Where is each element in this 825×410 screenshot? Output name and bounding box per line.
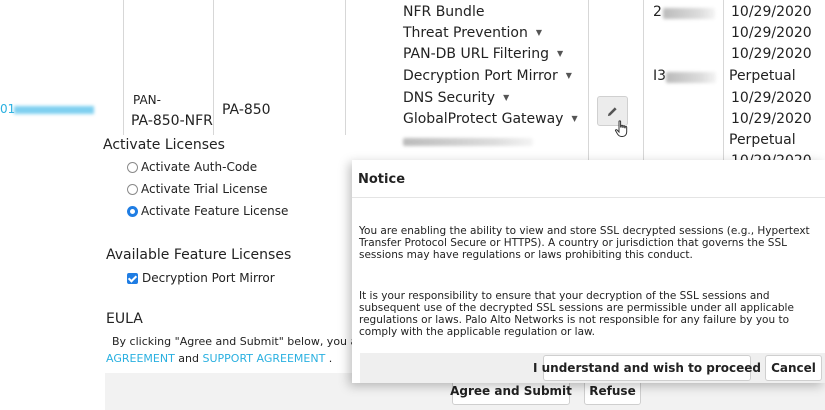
download-icon[interactable]: ▼ — [557, 49, 563, 58]
redacted-auth-code — [663, 8, 715, 19]
expiration-date: 10/29/2020 — [731, 25, 812, 41]
decryption-port-mirror-option[interactable]: Decryption Port Mirror — [127, 271, 275, 285]
expiration-date: Perpetual — [729, 68, 796, 84]
auth-code: 2 — [653, 4, 662, 20]
radio-button[interactable] — [127, 161, 138, 173]
agreement-link[interactable]: AGREEMENT — [106, 352, 175, 365]
license-name: Decryption Port Mirror ▼ — [403, 68, 572, 84]
eula-period: . — [325, 352, 333, 365]
table-divider — [588, 0, 589, 160]
license-name: GlobalProtect Gateway ▼ — [403, 111, 578, 127]
license-name: DNS Security ▼ — [403, 90, 510, 106]
option-label: Activate Auth-Code — [141, 160, 258, 174]
license-name: NFR Bundle — [403, 4, 485, 20]
license-name: Threat Prevention ▼ — [403, 25, 543, 41]
expiration-date: 10/29/2020 — [731, 4, 812, 20]
activate-feature-license-option[interactable]: Activate Feature License — [127, 204, 288, 218]
redacted-auth-code — [666, 72, 716, 83]
redacted-serial — [14, 106, 94, 114]
license-name: PAN-DB URL Filtering ▼ — [403, 46, 564, 62]
available-feature-licenses-title: Available Feature Licenses — [106, 247, 292, 263]
radio-button-selected[interactable] — [127, 205, 138, 217]
table-divider — [643, 0, 644, 160]
download-icon[interactable]: ▼ — [503, 93, 509, 102]
option-label: Activate Feature License — [141, 204, 289, 218]
notice-title: Notice — [358, 172, 406, 187]
download-icon[interactable]: ▼ — [566, 71, 572, 80]
cancel-button[interactable]: Cancel — [765, 355, 822, 381]
eula-title: EULA — [106, 311, 143, 327]
table-divider — [213, 0, 214, 135]
expiration-date: Perpetual — [729, 132, 796, 148]
device-serial: 01 — [0, 102, 16, 116]
proceed-button[interactable]: I understand and wish to proceed — [533, 355, 761, 381]
eula-text: By clicking "Agree and Submit" below, yo… — [112, 335, 390, 348]
radio-button[interactable] — [127, 183, 138, 195]
expiration-date: 10/29/2020 — [731, 111, 812, 127]
option-label: Decryption Port Mirror — [142, 271, 275, 285]
notice-dialog: Notice You are enabling the ability to v… — [352, 160, 825, 383]
activate-trial-license-option[interactable]: Activate Trial License — [127, 182, 268, 196]
notice-paragraph-2: It is your responsibility to ensure that… — [359, 290, 794, 338]
support-agreement-link[interactable]: SUPPORT AGREEMENT — [203, 352, 326, 365]
expiration-date: 10/29/2020 — [731, 46, 812, 62]
partially-hidden-license — [403, 138, 533, 146]
model-name-line-2: PA-850-NFR — [131, 113, 213, 129]
activate-licenses-title: Activate Licenses — [103, 137, 225, 153]
auth-code: I3 — [653, 68, 667, 84]
eula-and: and — [174, 352, 203, 365]
platform-name: PA-850 — [222, 102, 271, 118]
notice-paragraph-1: You are enabling the ability to view and… — [359, 225, 810, 261]
table-divider — [123, 0, 124, 135]
notice-header: Notice — [352, 160, 825, 198]
checkbox-checked[interactable] — [127, 272, 138, 284]
download-icon[interactable]: ▼ — [571, 114, 577, 123]
model-name-line-1: PAN- — [133, 93, 161, 107]
option-label: Activate Trial License — [141, 182, 268, 196]
hand-pointer-icon — [614, 120, 628, 137]
expiration-date: 10/29/2020 — [731, 90, 812, 106]
download-icon[interactable]: ▼ — [536, 28, 542, 37]
activate-auth-code-option[interactable]: Activate Auth-Code — [127, 160, 257, 174]
eula-links: AGREEMENT and SUPPORT AGREEMENT . — [106, 352, 332, 365]
pencil-icon — [607, 106, 617, 116]
